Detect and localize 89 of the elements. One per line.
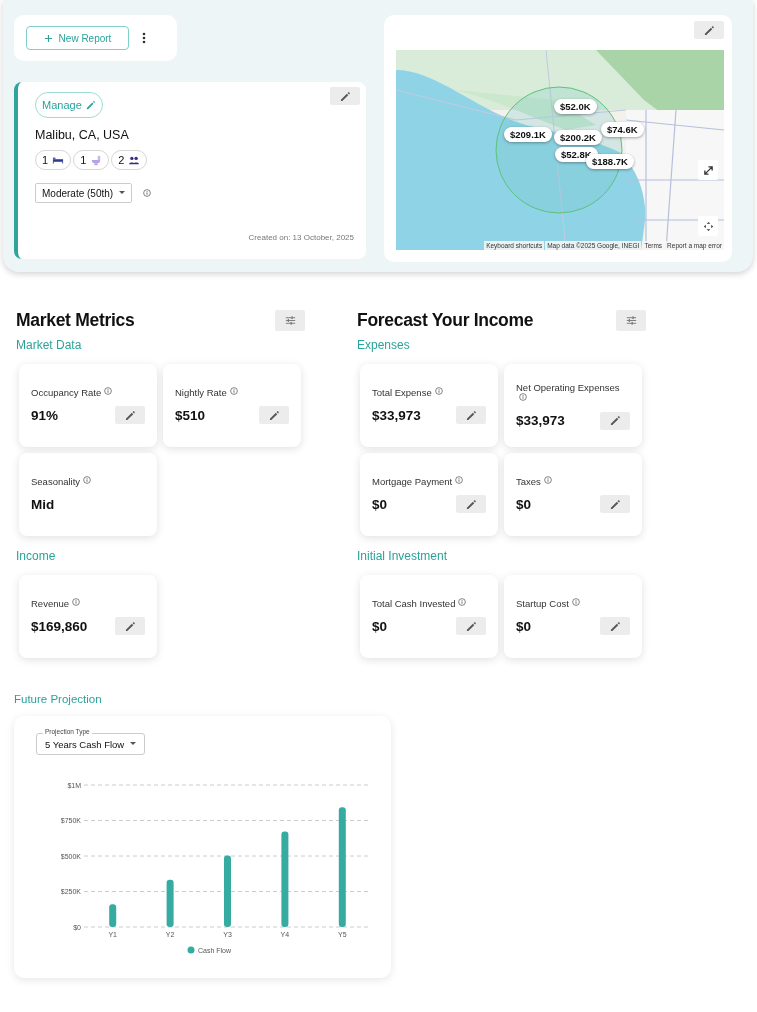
edit-button[interactable] [456,406,486,424]
pencil-icon [609,498,621,510]
info-icon [543,476,552,484]
group-title: Income [16,549,57,563]
metric-value: $33,973 [372,407,421,423]
bar [166,879,174,927]
info-icon [458,598,467,606]
filter-button[interactable] [275,310,305,331]
plus-icon [43,33,53,43]
info-icon [83,476,92,484]
edit-button[interactable] [259,406,289,424]
info-icon [434,387,443,395]
bar [109,904,117,927]
bar [224,855,231,927]
created-date: Created on: 13 October, 2025 [248,233,354,242]
metric-value: $0 [372,496,388,512]
metric-value: $0 [516,618,532,634]
pencil-icon [339,90,351,102]
sliders-icon [283,314,297,327]
metric-value: $0 [516,496,532,512]
edit-button[interactable] [600,617,630,635]
info-icon [571,598,580,606]
edit-button[interactable] [600,495,630,513]
price-marker[interactable]: $52.0K [554,99,597,114]
pencil-icon [465,498,477,510]
metric-label: Net Operating Expenses [516,381,620,393]
pencil-icon [465,620,477,632]
info-icon [229,387,238,395]
section-title: Future Projection [14,693,103,705]
count-text: 1 [42,154,49,166]
metric-value: Mid [31,496,55,512]
edit-button[interactable] [600,411,630,430]
metric-label: Mortgage Payment [372,476,453,487]
filter-button[interactable] [616,310,646,331]
info-icon [72,598,81,606]
group-title: Market Data [16,338,83,352]
group-title: Expenses [357,338,411,352]
edit-button[interactable] [330,87,360,105]
percentile-dropdown[interactable]: Moderate (50th) [35,183,133,203]
metric-label: Taxes [516,476,541,487]
metric-label: Seasonality [31,476,81,487]
metric-value: 91% [31,407,59,423]
legend-dot [187,946,195,954]
edit-button[interactable] [115,406,145,424]
expand-icon [702,164,714,176]
metric-label: Nightly Rate [175,387,227,398]
caret-icon [119,191,126,195]
metric-value: $510 [175,407,206,423]
pencil-icon [703,24,715,36]
edit-button[interactable] [115,617,145,635]
price-marker[interactable]: $74.6K [601,122,644,137]
group-title: Initial Investment [357,549,449,563]
count-text: 2 [118,154,125,166]
people-icon [128,154,141,166]
metric-label: Startup Cost [516,598,569,609]
pencil-icon [268,409,280,421]
edit-button[interactable] [456,495,486,513]
pencil-icon [609,620,621,632]
metric-label: Occupancy Rate [31,387,102,398]
metric-label: Total Cash Invested [372,598,456,609]
metric-label: Total Expense [372,387,432,398]
info-icon [455,476,464,484]
pencil-icon [609,415,621,426]
pencil-icon [465,409,477,421]
section-title: Market Metrics [16,310,135,331]
metric-value: $169,860 [31,618,88,634]
info-icon [519,392,527,401]
location-text: Malibu, CA, USA [35,128,130,142]
edit-button[interactable] [694,21,724,39]
section-title: Forecast Your Income [357,310,534,331]
pencil-icon [85,100,96,110]
more-icon [142,32,146,44]
edit-button[interactable] [456,617,486,635]
fullscreen-button[interactable] [698,160,718,180]
price-marker[interactable]: $209.1K [504,127,552,142]
metric-label: Revenue [31,598,70,609]
pencil-icon [124,409,136,421]
metric-value: $33,973 [516,413,565,428]
info-icon [143,189,152,197]
caret-icon [130,742,137,746]
price-marker[interactable]: $200.2K [554,130,602,145]
info-icon [104,387,113,395]
pencil-icon [124,620,136,632]
metric-value: $0 [372,618,388,634]
toilet-icon [90,154,103,166]
recenter-icon [702,220,714,232]
count-text: 1 [80,154,87,166]
sliders-icon [624,314,638,327]
recenter-button[interactable] [698,216,718,236]
